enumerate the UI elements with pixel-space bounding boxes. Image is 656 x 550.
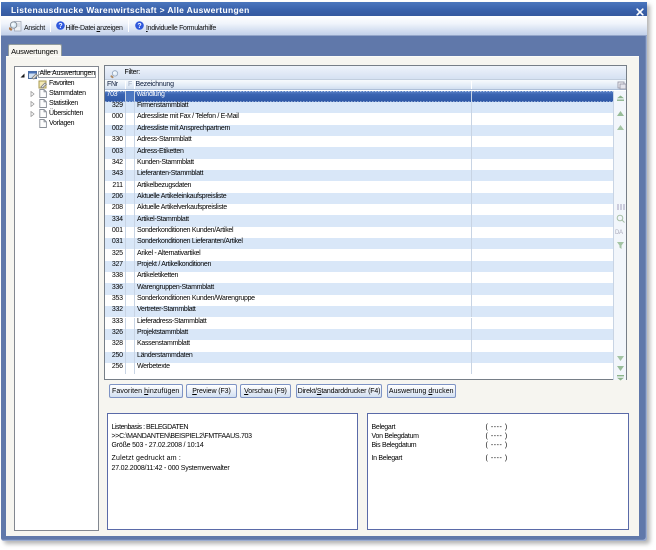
svg-text:?: ?	[137, 23, 141, 30]
svg-text:?: ?	[58, 23, 62, 30]
